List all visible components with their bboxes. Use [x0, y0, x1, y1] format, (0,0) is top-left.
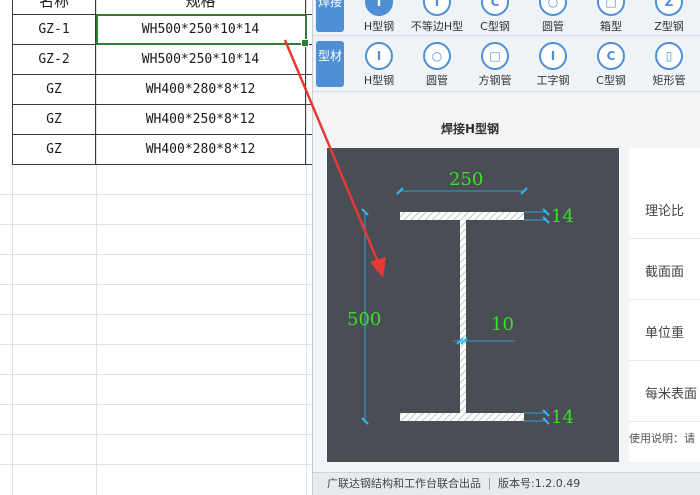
annotation-arrow — [283, 39, 386, 278]
